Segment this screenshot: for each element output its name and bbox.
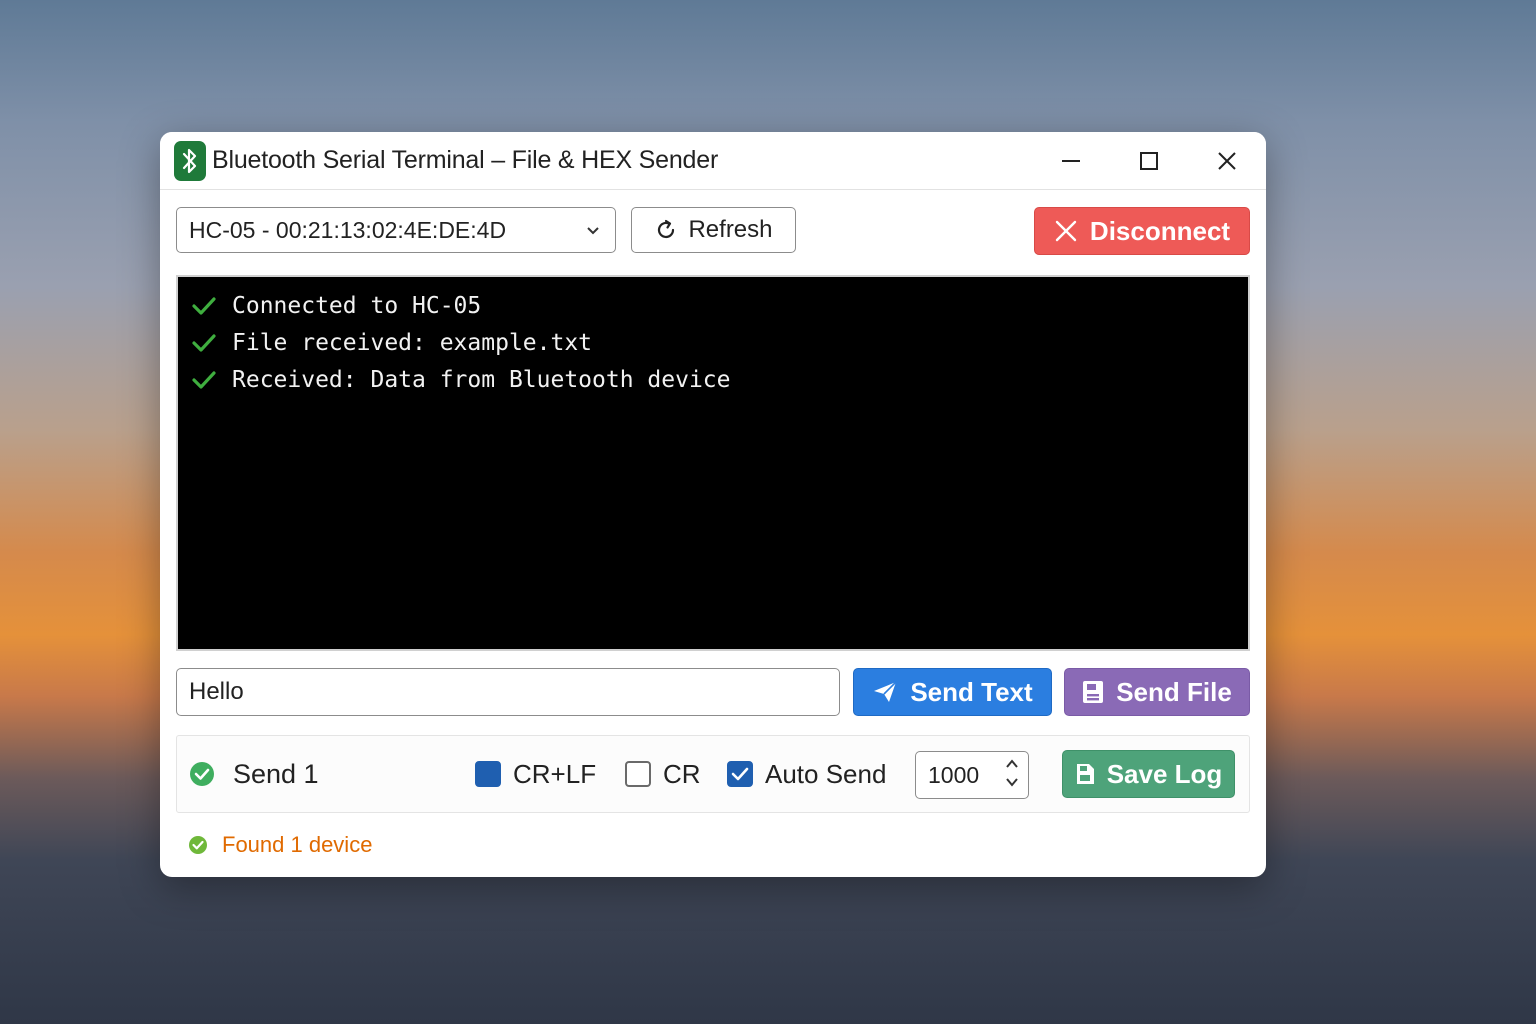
terminal-line: Connected to HC-05 xyxy=(178,287,1248,324)
check-icon xyxy=(192,296,218,316)
bluetooth-icon xyxy=(174,140,206,181)
auto-send-checkbox-box[interactable] xyxy=(727,761,753,787)
window-controls xyxy=(1032,132,1266,189)
close-icon xyxy=(1218,151,1236,170)
send-status: Send 1 xyxy=(189,736,319,812)
title-bar: Bluetooth Serial Terminal – File & HEX S… xyxy=(160,132,1266,190)
paper-plane-icon xyxy=(874,681,897,702)
refresh-button[interactable]: Refresh xyxy=(631,207,796,253)
save-log-label: Save Log xyxy=(1106,758,1223,789)
cr-checkbox[interactable]: CR xyxy=(625,736,701,812)
close-icon xyxy=(1055,220,1077,242)
check-circle-icon xyxy=(189,836,207,854)
send-status-label: Send 1 xyxy=(233,758,319,789)
crlf-checkbox-box[interactable] xyxy=(475,761,501,787)
file-icon xyxy=(1083,681,1104,703)
save-log-button[interactable]: Save Log xyxy=(1062,750,1235,798)
check-icon xyxy=(192,333,218,353)
disconnect-label: Disconnect xyxy=(1089,215,1231,246)
terminal-line: File received: example.txt xyxy=(178,324,1248,361)
auto-send-checkbox[interactable]: Auto Send xyxy=(727,736,886,812)
terminal-line-text: File received: example.txt xyxy=(232,329,593,356)
status-text: Found 1 device xyxy=(222,832,373,857)
crlf-label: CR+LF xyxy=(513,758,597,789)
terminal-line: Received: Data from Bluetooth device xyxy=(178,361,1248,398)
disconnect-button[interactable]: Disconnect xyxy=(1034,207,1250,255)
refresh-label: Refresh xyxy=(688,216,773,243)
crlf-checkbox[interactable]: CR+LF xyxy=(475,736,596,812)
terminal-output[interactable]: Connected to HC-05 File received: exampl… xyxy=(176,275,1250,651)
refresh-icon xyxy=(658,219,675,239)
terminal-line-text: Connected to HC-05 xyxy=(232,292,482,319)
app-window: Bluetooth Serial Terminal – File & HEX S… xyxy=(160,132,1266,877)
save-icon xyxy=(1076,764,1094,784)
connection-toolbar: HC-05 - 00:21:13:02:4E:DE:4D Refresh Dis… xyxy=(176,207,1250,255)
check-circle-icon xyxy=(190,762,214,786)
close-button[interactable] xyxy=(1188,132,1266,189)
options-panel: Send 1 CR+LF CR Auto Send 1000 Save Log xyxy=(176,735,1250,813)
stepper-arrows[interactable] xyxy=(1004,758,1020,788)
chevron-down-icon xyxy=(587,227,599,235)
send-file-button[interactable]: Send File xyxy=(1064,668,1250,716)
check-icon xyxy=(731,767,749,781)
terminal-line-text: Received: Data from Bluetooth device xyxy=(232,366,731,393)
device-dropdown-value: HC-05 - 00:21:13:02:4E:DE:4D xyxy=(189,216,507,243)
status-bar: Found 1 device xyxy=(188,830,372,860)
maximize-button[interactable] xyxy=(1110,132,1188,189)
send-text-label: Send Text xyxy=(910,676,1033,707)
device-dropdown[interactable]: HC-05 - 00:21:13:02:4E:DE:4D xyxy=(176,207,616,253)
cr-label: CR xyxy=(663,758,701,789)
maximize-icon xyxy=(1140,151,1158,170)
minimize-icon xyxy=(1062,159,1080,162)
interval-value: 1000 xyxy=(928,761,980,788)
interval-stepper[interactable]: 1000 xyxy=(915,751,1029,799)
minimize-button[interactable] xyxy=(1032,132,1110,189)
chevron-up-icon[interactable] xyxy=(1004,758,1020,770)
cr-checkbox-box[interactable] xyxy=(625,761,651,787)
auto-send-label: Auto Send xyxy=(765,758,887,789)
window-title: Bluetooth Serial Terminal – File & HEX S… xyxy=(212,146,719,174)
send-row: Send Text Send File xyxy=(176,668,1250,718)
send-file-label: Send File xyxy=(1116,676,1232,707)
chevron-down-icon[interactable] xyxy=(1004,776,1020,788)
check-icon xyxy=(192,370,218,390)
send-text-button[interactable]: Send Text xyxy=(853,668,1052,716)
message-input[interactable] xyxy=(176,668,840,716)
